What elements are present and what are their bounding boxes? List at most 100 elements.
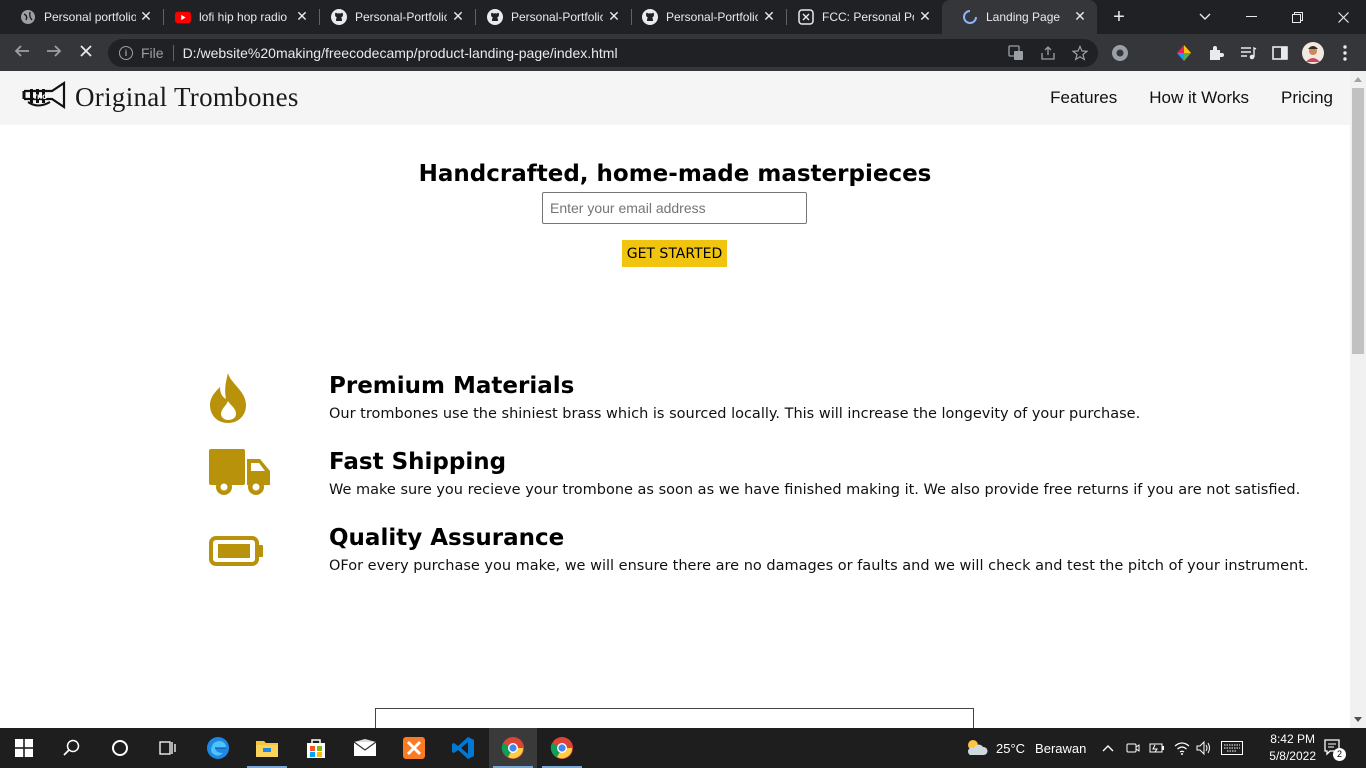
github-icon [331, 9, 347, 25]
url-text[interactable]: D:/website%20making/freecodecamp/product… [183, 45, 618, 61]
microsoft-store-icon[interactable] [292, 728, 340, 768]
tab-title: Personal-Portfolio [355, 10, 447, 24]
scrollbar-thumb[interactable] [1352, 88, 1364, 354]
close-tab-icon[interactable]: ✕ [295, 9, 309, 23]
extension-icon[interactable] [1111, 44, 1129, 62]
cloudy-weather-icon [964, 737, 988, 760]
close-tab-icon[interactable]: ✕ [918, 9, 932, 23]
browser-menu-icon[interactable] [1342, 44, 1348, 62]
extensions-puzzle-icon[interactable] [1207, 44, 1225, 62]
back-arrow-icon[interactable] [11, 42, 33, 64]
email-input[interactable] [542, 192, 807, 224]
url-scheme-label: File [141, 45, 164, 61]
task-view-icon[interactable] [144, 728, 192, 768]
close-tab-icon[interactable]: ✕ [762, 9, 776, 23]
globe-icon [20, 9, 36, 25]
browser-tab[interactable]: Personal-Portfolio ✕ [622, 0, 786, 34]
fire-icon [208, 373, 248, 428]
page-viewport: THO Original Trombones Features How it W… [0, 71, 1350, 728]
browser-tab[interactable]: Personal-Portfolio ✕ [467, 0, 631, 34]
close-tab-icon[interactable]: ✕ [451, 9, 465, 23]
loading-icon [962, 9, 978, 25]
nav-link-how-it-works[interactable]: How it Works [1149, 88, 1249, 108]
page-scrollbar[interactable] [1350, 71, 1366, 728]
tab-strip: Personal portfolio ✕ lofi hip hop radio … [0, 0, 1366, 34]
scroll-up-arrow-icon[interactable] [1354, 77, 1362, 82]
freecodecamp-icon [798, 9, 814, 25]
search-icon[interactable] [48, 728, 96, 768]
trumpet-logo-icon: THO [22, 80, 67, 115]
feature-text: Our trombones use the shiniest brass whi… [329, 406, 1141, 422]
clock-time: 8:42 PM [1270, 732, 1315, 746]
vscode-icon[interactable] [439, 728, 487, 768]
notifications-icon[interactable]: 2 [1324, 728, 1346, 768]
nav-link-features[interactable]: Features [1050, 88, 1117, 108]
keyboard-icon[interactable] [1221, 728, 1243, 768]
address-separator [172, 45, 174, 61]
browser-tab[interactable]: lofi hip hop radio ✕ [155, 0, 319, 34]
media-control-icon[interactable] [1239, 44, 1257, 62]
volume-icon[interactable] [1196, 728, 1212, 768]
color-picker-extension-icon[interactable] [1175, 44, 1193, 62]
feature-text: OFor every purchase you make, we will en… [329, 558, 1309, 574]
chrome-taskbar-icon[interactable] [538, 728, 586, 768]
side-panel-icon[interactable] [1271, 44, 1289, 62]
windows-taskbar: 25°C Berawan 8:42 PM 5/8/2022 2 [0, 728, 1366, 768]
minimize-button[interactable] [1228, 0, 1274, 34]
github-icon [487, 9, 503, 25]
nav-link-pricing[interactable]: Pricing [1281, 88, 1333, 108]
feature-text: We make sure you recieve your trombone a… [329, 482, 1301, 498]
close-tab-icon[interactable]: ✕ [607, 9, 621, 23]
logo[interactable]: THO Original Trombones [22, 80, 299, 115]
wifi-icon[interactable] [1174, 728, 1190, 768]
share-icon[interactable] [1040, 45, 1056, 61]
browser-toolbar: i File D:/website%20making/freecodecamp/… [0, 34, 1366, 71]
meet-now-icon[interactable] [1126, 728, 1140, 768]
new-tab-button[interactable]: + [1109, 7, 1129, 27]
scroll-down-arrow-icon[interactable] [1354, 717, 1362, 722]
battery-icon [209, 536, 265, 571]
forward-arrow-icon[interactable] [43, 42, 65, 64]
weather-condition: Berawan [1035, 740, 1087, 756]
github-icon [642, 9, 658, 25]
truck-icon [209, 449, 271, 504]
address-bar[interactable]: i File D:/website%20making/freecodecamp/… [108, 39, 1098, 67]
windows-start-icon[interactable] [0, 728, 48, 768]
battery-tray-icon[interactable] [1149, 728, 1165, 768]
weather-temperature: 25°C [996, 740, 1026, 756]
browser-tab[interactable]: Personal-Portfolio ✕ [311, 0, 475, 34]
video-frame[interactable] [375, 708, 974, 728]
show-hidden-icons-chevron-icon[interactable] [1102, 728, 1114, 768]
close-tab-icon[interactable]: ✕ [139, 9, 153, 23]
translate-icon[interactable] [1008, 45, 1024, 61]
profile-avatar[interactable] [1302, 42, 1324, 64]
xampp-icon[interactable] [390, 728, 438, 768]
system-clock[interactable]: 8:42 PM 5/8/2022 [1269, 731, 1316, 765]
main-nav: Features How it Works Pricing [1018, 88, 1333, 108]
tab-title: lofi hip hop radio [199, 10, 288, 24]
chrome-taskbar-icon-active[interactable] [489, 728, 537, 768]
get-started-button[interactable]: GET STARTED [622, 240, 727, 267]
bookmark-star-icon[interactable] [1071, 45, 1089, 61]
tab-search-chevron-icon[interactable] [1182, 0, 1228, 34]
weather-widget[interactable]: 25°C Berawan [964, 728, 1086, 768]
file-explorer-icon[interactable] [243, 728, 291, 768]
tab-title: Personal-Portfolio [511, 10, 603, 24]
tab-title: Landing Page [986, 10, 1061, 24]
edge-browser-icon[interactable] [194, 728, 242, 768]
close-tab-icon[interactable]: ✕ [1073, 9, 1087, 23]
browser-tab-active[interactable]: Landing Page ✕ [942, 0, 1097, 34]
stop-loading-icon[interactable] [75, 42, 97, 64]
restore-button[interactable] [1274, 0, 1320, 34]
browser-tab[interactable]: FCC: Personal Portfolio ✕ [778, 0, 942, 34]
info-icon[interactable]: i [119, 46, 133, 60]
logo-text: Original Trombones [75, 82, 299, 112]
notification-count-badge: 2 [1333, 748, 1346, 761]
feature-title: Fast Shipping [329, 449, 507, 475]
browser-tab[interactable]: Personal portfolio ✕ [0, 0, 163, 34]
mail-icon[interactable] [341, 728, 389, 768]
youtube-icon [175, 9, 191, 25]
cortana-icon[interactable] [96, 728, 144, 768]
close-window-button[interactable] [1320, 0, 1366, 34]
site-header: THO Original Trombones Features How it W… [0, 71, 1350, 125]
